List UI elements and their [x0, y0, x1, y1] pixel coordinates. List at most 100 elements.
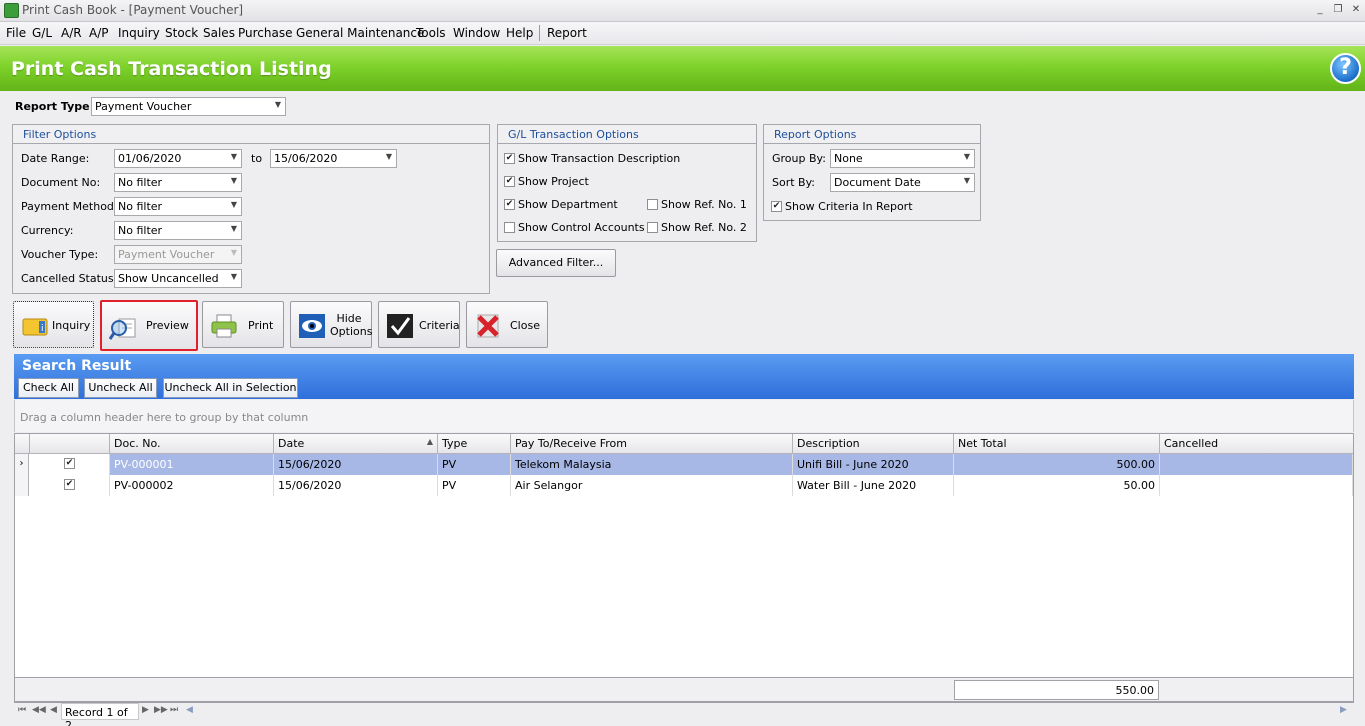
- group-by-label: Group By:: [772, 152, 826, 165]
- column-header-pay-to[interactable]: Pay To/Receive From: [511, 434, 793, 454]
- menu-sales[interactable]: Sales: [203, 26, 235, 40]
- chevron-down-icon: ▼: [230, 224, 237, 233]
- payment-method-select[interactable]: No filter ▼: [114, 197, 242, 216]
- description-cell: Unifi Bill - June 2020: [793, 454, 954, 475]
- sort-by-label: Sort By:: [772, 176, 816, 189]
- close-button[interactable]: Close: [466, 301, 548, 348]
- doc-no-cell: PV-000001: [110, 454, 274, 475]
- sort-by-value: Document Date: [834, 176, 921, 189]
- menu-report[interactable]: Report: [547, 26, 587, 40]
- show-project-checkbox[interactable]: ✔: [504, 176, 515, 187]
- previous-page-icon[interactable]: ◀◀: [32, 705, 46, 715]
- restore-button[interactable]: ❐: [1331, 3, 1345, 17]
- group-by-select[interactable]: None ▼: [830, 149, 975, 168]
- show-department-checkbox[interactable]: ✔: [504, 199, 515, 210]
- show-ref2-label: Show Ref. No. 2: [661, 221, 747, 234]
- search-result-header: Search Result Check All Uncheck All Unch…: [14, 354, 1354, 399]
- title-bar: Print Cash Book - [Payment Voucher] _ ❐ …: [0, 0, 1365, 22]
- preview-button[interactable]: Preview: [100, 300, 198, 351]
- row-checkbox-cell: ✔: [30, 454, 110, 475]
- menu-ar[interactable]: A/R: [61, 26, 82, 40]
- hide-options-button[interactable]: Hide Options: [290, 301, 372, 348]
- voucher-type-label: Voucher Type:: [21, 248, 99, 261]
- menu-tools[interactable]: Tools: [416, 26, 446, 40]
- show-project-label: Show Project: [518, 175, 589, 188]
- inquiry-button[interactable]: i Inquiry: [13, 301, 94, 348]
- show-ref1-checkbox[interactable]: [647, 199, 658, 210]
- menu-stock[interactable]: Stock: [165, 26, 198, 40]
- date-to-value: 15/06/2020: [274, 152, 338, 165]
- criteria-button[interactable]: Criteria: [378, 301, 460, 348]
- row-checkbox[interactable]: ✔: [64, 458, 75, 469]
- report-type-select[interactable]: Payment Voucher ▼: [91, 97, 286, 116]
- chevron-down-icon: ▼: [963, 176, 970, 185]
- advanced-filter-button[interactable]: Advanced Filter...: [496, 249, 616, 277]
- sort-by-select[interactable]: Document Date ▼: [830, 173, 975, 192]
- gl-options-title: G/L Transaction Options: [498, 125, 756, 144]
- check-all-button[interactable]: Check All: [18, 378, 79, 398]
- column-header-net-total[interactable]: Net Total: [954, 434, 1160, 454]
- currency-label: Currency:: [21, 224, 74, 237]
- uncheck-selection-button[interactable]: Uncheck All in Selection: [163, 378, 298, 398]
- next-record-icon[interactable]: ▶: [142, 705, 149, 715]
- show-control-accounts-checkbox[interactable]: [504, 222, 515, 233]
- first-page-icon[interactable]: ⏮: [18, 705, 26, 715]
- scroll-left-icon[interactable]: ◀: [186, 705, 193, 715]
- voucher-type-value: Payment Voucher: [118, 248, 215, 261]
- preview-label: Preview: [146, 319, 189, 332]
- menu-general-maintenance[interactable]: General Maintenance: [296, 26, 424, 40]
- last-page-icon[interactable]: ⏭: [170, 705, 178, 715]
- report-type-value: Payment Voucher: [95, 100, 192, 113]
- uncheck-all-button[interactable]: Uncheck All: [84, 378, 157, 398]
- pay-to-cell: Air Selangor: [511, 475, 793, 496]
- hide-options-label-line1: Hide: [336, 312, 362, 325]
- date-from-field[interactable]: 01/06/2020 ▼: [114, 149, 242, 168]
- check-column-header[interactable]: [30, 434, 110, 454]
- show-description-label: Show Transaction Description: [518, 152, 681, 165]
- type-cell: PV: [438, 475, 511, 496]
- menu-inquiry[interactable]: Inquiry: [118, 26, 160, 40]
- menu-help[interactable]: Help: [506, 26, 533, 40]
- next-page-icon[interactable]: ▶▶: [154, 705, 168, 715]
- show-description-checkbox[interactable]: ✔: [504, 153, 515, 164]
- column-header-cancelled[interactable]: Cancelled: [1160, 434, 1353, 454]
- column-header-doc-no[interactable]: Doc. No.: [110, 434, 274, 454]
- previous-record-icon[interactable]: ◀: [50, 705, 57, 715]
- column-header-description[interactable]: Description: [793, 434, 954, 454]
- cancelled-status-value: Show Uncancelled: [118, 272, 219, 285]
- date-header-label: Date: [278, 437, 305, 450]
- record-navigator: ⏮ ◀◀ ◀ Record 1 of 2 ▶ ▶▶ ⏭ ◀ ▶: [14, 703, 1354, 726]
- show-ref2-checkbox[interactable]: [647, 222, 658, 233]
- cancelled-status-select[interactable]: Show Uncancelled ▼: [114, 269, 242, 288]
- minimize-button[interactable]: _: [1313, 3, 1327, 17]
- show-criteria-checkbox[interactable]: ✔: [771, 201, 782, 212]
- magnifier-icon: [109, 318, 136, 340]
- window-title: Print Cash Book - [Payment Voucher]: [22, 3, 244, 17]
- help-icon[interactable]: ?: [1330, 53, 1361, 84]
- svg-text:i: i: [41, 324, 44, 334]
- scroll-right-icon[interactable]: ▶: [1340, 705, 1347, 715]
- menu-purchase[interactable]: Purchase: [238, 26, 293, 40]
- chevron-down-icon: ▼: [963, 152, 970, 161]
- cancelled-cell: [1160, 475, 1353, 496]
- date-to-field[interactable]: 15/06/2020 ▼: [270, 149, 397, 168]
- menu-ap[interactable]: A/P: [89, 26, 109, 40]
- menu-window[interactable]: Window: [453, 26, 500, 40]
- menu-bar: File G/L A/R A/P Inquiry Stock Sales Pur…: [0, 22, 1365, 45]
- menu-file[interactable]: File: [6, 26, 26, 40]
- group-by-panel[interactable]: Drag a column header here to group by th…: [14, 400, 1354, 432]
- document-no-select[interactable]: No filter ▼: [114, 173, 242, 192]
- eye-icon: [299, 314, 325, 338]
- column-header-date[interactable]: Date ▲: [274, 434, 438, 454]
- currency-select[interactable]: No filter ▼: [114, 221, 242, 240]
- row-checkbox[interactable]: ✔: [64, 479, 75, 490]
- inquiry-icon: i: [22, 318, 48, 336]
- date-range-label: Date Range:: [21, 152, 90, 165]
- group-hint: Drag a column header here to group by th…: [20, 411, 309, 424]
- net-total-cell: 50.00: [954, 475, 1160, 496]
- type-cell: PV: [438, 454, 511, 475]
- close-window-button[interactable]: ✕: [1349, 3, 1363, 17]
- column-header-type[interactable]: Type: [438, 434, 511, 454]
- menu-gl[interactable]: G/L: [32, 26, 52, 40]
- print-button[interactable]: Print: [202, 301, 284, 348]
